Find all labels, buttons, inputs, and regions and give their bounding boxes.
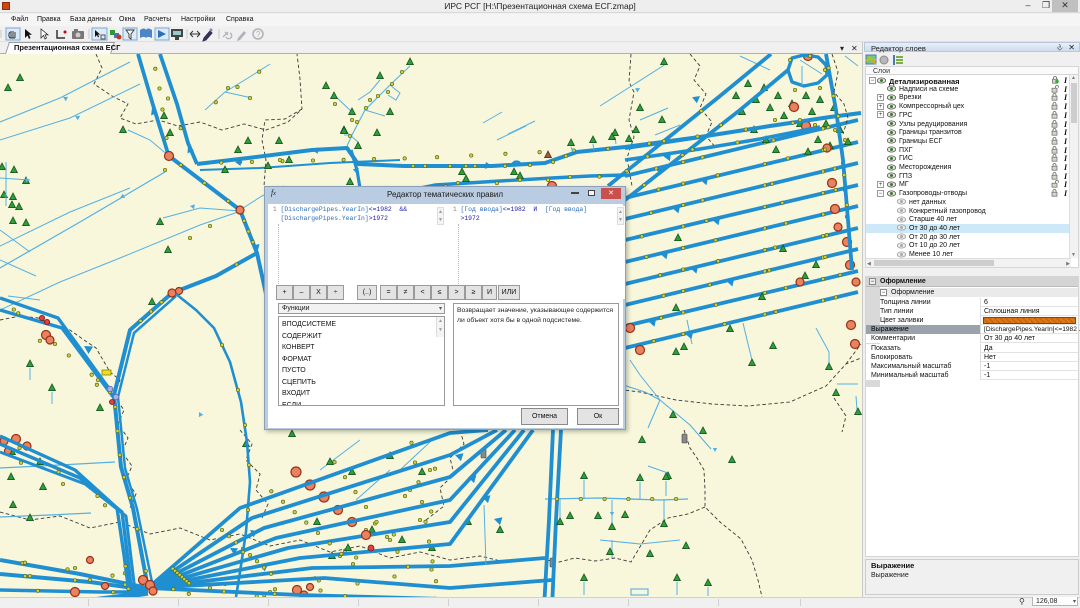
svg-text:?: ? [256, 30, 261, 39]
